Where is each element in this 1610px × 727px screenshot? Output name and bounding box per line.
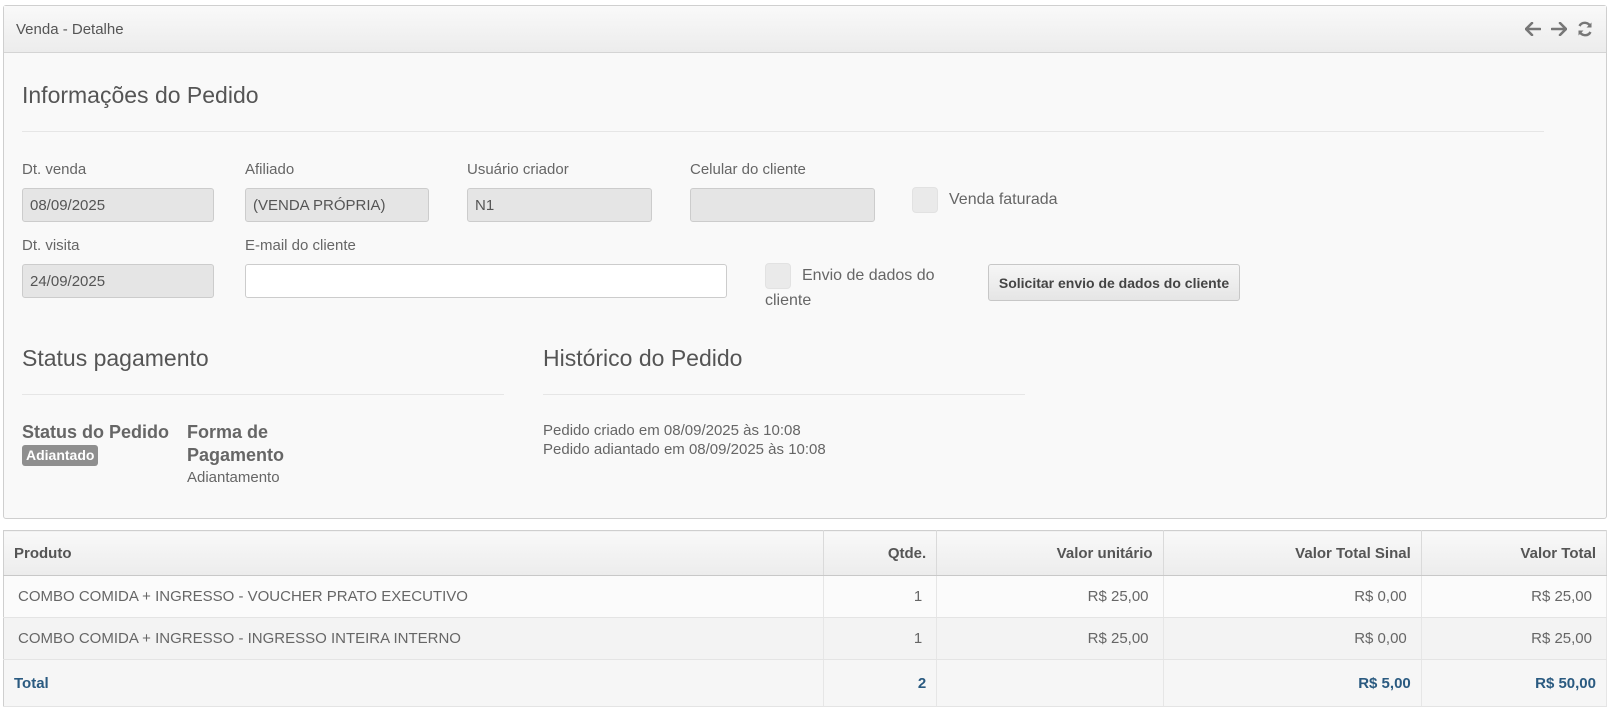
venda-faturada-label: Venda faturada: [949, 191, 1058, 208]
total-qtde: 2: [823, 659, 938, 707]
table-row[interactable]: COMBO COMIDA + INGRESSO - INGRESSO INTEI…: [3, 617, 1608, 660]
table-total-row: Total 2 R$ 5,00 R$ 50,00: [3, 659, 1608, 707]
dt-venda-field[interactable]: 08/09/2025: [22, 188, 214, 222]
status-pedido-label: Status do Pedido: [22, 422, 170, 442]
forma-pagamento-value: Adiantamento: [187, 469, 280, 486]
email-cliente-field[interactable]: [245, 264, 727, 298]
panel-header: Venda - Detalhe: [4, 6, 1606, 53]
envio-dados-label-cont: cliente: [765, 292, 812, 309]
usuario-criador-label: Usuário criador: [467, 161, 569, 178]
solicitar-envio-button[interactable]: Solicitar envio de dados do cliente: [988, 264, 1240, 301]
col-produto-header[interactable]: Produto: [3, 530, 825, 576]
afiliado-field[interactable]: (VENDA PRÓPRIA): [245, 188, 429, 222]
historico-divider: [543, 394, 1025, 395]
col-qtde-header[interactable]: Qtde.: [823, 530, 938, 576]
order-info-divider: [22, 131, 1544, 132]
status-pagamento-title: Status pagamento: [22, 345, 209, 371]
email-cliente-label: E-mail do cliente: [245, 237, 356, 254]
envio-dados-checkbox[interactable]: [765, 263, 791, 289]
envio-dados-label: Envio de dados do: [802, 267, 935, 284]
total-label: Total: [3, 659, 825, 707]
total-valor-unitario: [936, 659, 1164, 707]
dt-visita-field[interactable]: 24/09/2025: [22, 264, 214, 298]
arrow-left-icon[interactable]: [1522, 19, 1544, 39]
cell-produto: COMBO COMIDA + INGRESSO - VOUCHER PRATO …: [3, 575, 825, 618]
forma-pagamento-label-cont: Pagamento: [187, 445, 285, 465]
celular-cliente-field[interactable]: [690, 188, 875, 222]
arrow-right-icon[interactable]: [1548, 19, 1570, 39]
status-pagamento-divider: [22, 394, 504, 395]
cell-valor-total-sinal: R$ 0,00: [1163, 575, 1422, 618]
products-table: Produto Qtde. Valor unitário Valor Total…: [3, 530, 1608, 707]
dt-venda-label: Dt. venda: [22, 161, 87, 178]
status-badge: Adiantado: [22, 445, 99, 466]
total-valor-total-sinal: R$ 5,00: [1163, 659, 1422, 707]
celular-cliente-label: Celular do cliente: [690, 161, 806, 178]
panel-title: Venda - Detalhe: [16, 20, 124, 38]
cell-valor-total-sinal: R$ 0,00: [1163, 617, 1422, 660]
order-info-title: Informações do Pedido: [22, 82, 259, 108]
cell-valor-total: R$ 25,00: [1421, 575, 1608, 618]
usuario-criador-field[interactable]: N1: [467, 188, 652, 222]
table-row[interactable]: COMBO COMIDA + INGRESSO - VOUCHER PRATO …: [3, 575, 1608, 618]
cell-valor-unitario: R$ 25,00: [936, 617, 1164, 660]
cell-valor-unitario: R$ 25,00: [936, 575, 1164, 618]
cell-produto: COMBO COMIDA + INGRESSO - INGRESSO INTEI…: [3, 617, 825, 660]
cell-qtde: 1: [823, 617, 938, 660]
total-valor-total: R$ 50,00: [1421, 659, 1608, 707]
historico-entry: Pedido adiantado em 08/09/2025 às 10:08: [543, 441, 826, 458]
refresh-icon[interactable]: [1574, 19, 1596, 39]
venda-faturada-checkbox[interactable]: [912, 187, 938, 213]
forma-pagamento-label: Forma de: [187, 422, 269, 442]
cell-qtde: 1: [823, 575, 938, 618]
historico-title: Histórico do Pedido: [543, 345, 743, 371]
col-valor-total-header[interactable]: Valor Total: [1421, 530, 1608, 576]
panel-header-actions: [1522, 19, 1596, 39]
afiliado-label: Afiliado: [245, 161, 295, 178]
dt-visita-label: Dt. visita: [22, 237, 80, 254]
historico-entry: Pedido criado em 08/09/2025 às 10:08: [543, 422, 801, 439]
table-header-row: Produto Qtde. Valor unitário Valor Total…: [3, 530, 1608, 576]
cell-valor-total: R$ 25,00: [1421, 617, 1608, 660]
col-valor-total-sinal-header[interactable]: Valor Total Sinal: [1163, 530, 1422, 576]
col-valor-unitario-header[interactable]: Valor unitário: [936, 530, 1164, 576]
